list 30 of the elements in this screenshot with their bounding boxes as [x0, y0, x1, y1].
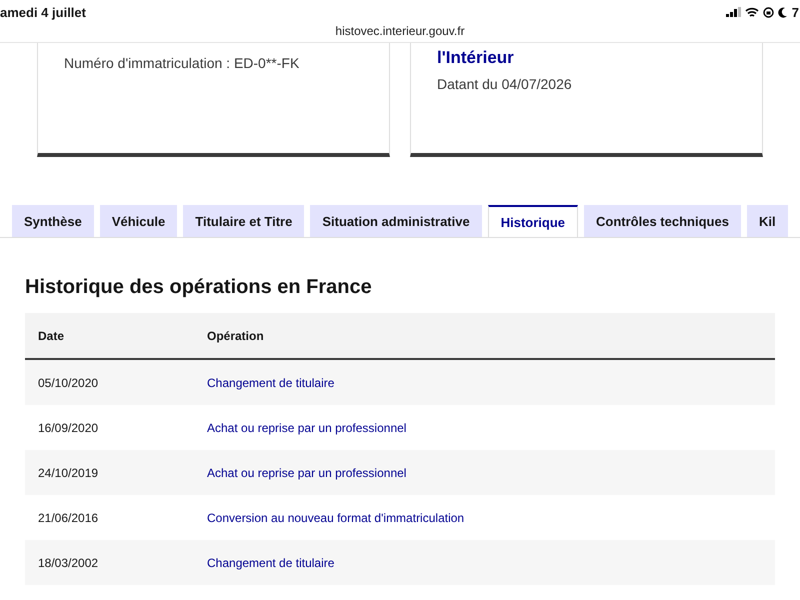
date-cell: 05/10/2020 — [25, 359, 194, 405]
tab[interactable]: Situation administrative — [310, 205, 482, 237]
tab[interactable]: Historique — [488, 205, 578, 237]
status-date: amedi 4 juillet — [0, 4, 86, 20]
date-cell: 18/03/2002 — [25, 540, 194, 585]
tab[interactable]: Contrôles techniques — [584, 205, 741, 237]
lock-rotation-icon — [762, 6, 774, 18]
tab[interactable]: Synthèse — [12, 205, 94, 237]
column-header: Date — [25, 313, 194, 359]
column-header: Opération — [194, 313, 775, 359]
operation-cell: Conversion au nouveau format d'immatriculation — [194, 495, 775, 540]
tab[interactable]: Kil — [746, 205, 788, 237]
card-text: Datant du 04/07/2026 — [437, 76, 573, 92]
date-cell: 24/10/2019 — [25, 450, 194, 495]
wifi-icon — [744, 6, 759, 18]
operation-cell: Achat ou reprise par un professionnel — [194, 405, 775, 450]
battery-percentage: 7 — [792, 4, 799, 20]
operation-cell: Changement de titulaire — [194, 540, 775, 585]
date-cell: 21/06/2016 — [25, 495, 194, 540]
card-text: Numéro d'immatriculation : ED-0**-FK — [64, 55, 300, 71]
signal-icon — [726, 7, 741, 17]
tab[interactable]: Véhicule — [100, 205, 178, 237]
card-title: l'Intérieur — [437, 48, 515, 68]
operation-cell: Changement de titulaire — [194, 359, 775, 405]
operation-cell: Achat ou reprise par un professionnel — [194, 450, 775, 495]
moon-icon — [778, 6, 788, 18]
section-title: Historique des opérations en France — [25, 276, 373, 299]
date-cell: 16/09/2020 — [25, 405, 194, 450]
address-url: histovec.interieur.gouv.fr — [335, 24, 465, 38]
tab[interactable]: Titulaire et Titre — [183, 205, 304, 237]
